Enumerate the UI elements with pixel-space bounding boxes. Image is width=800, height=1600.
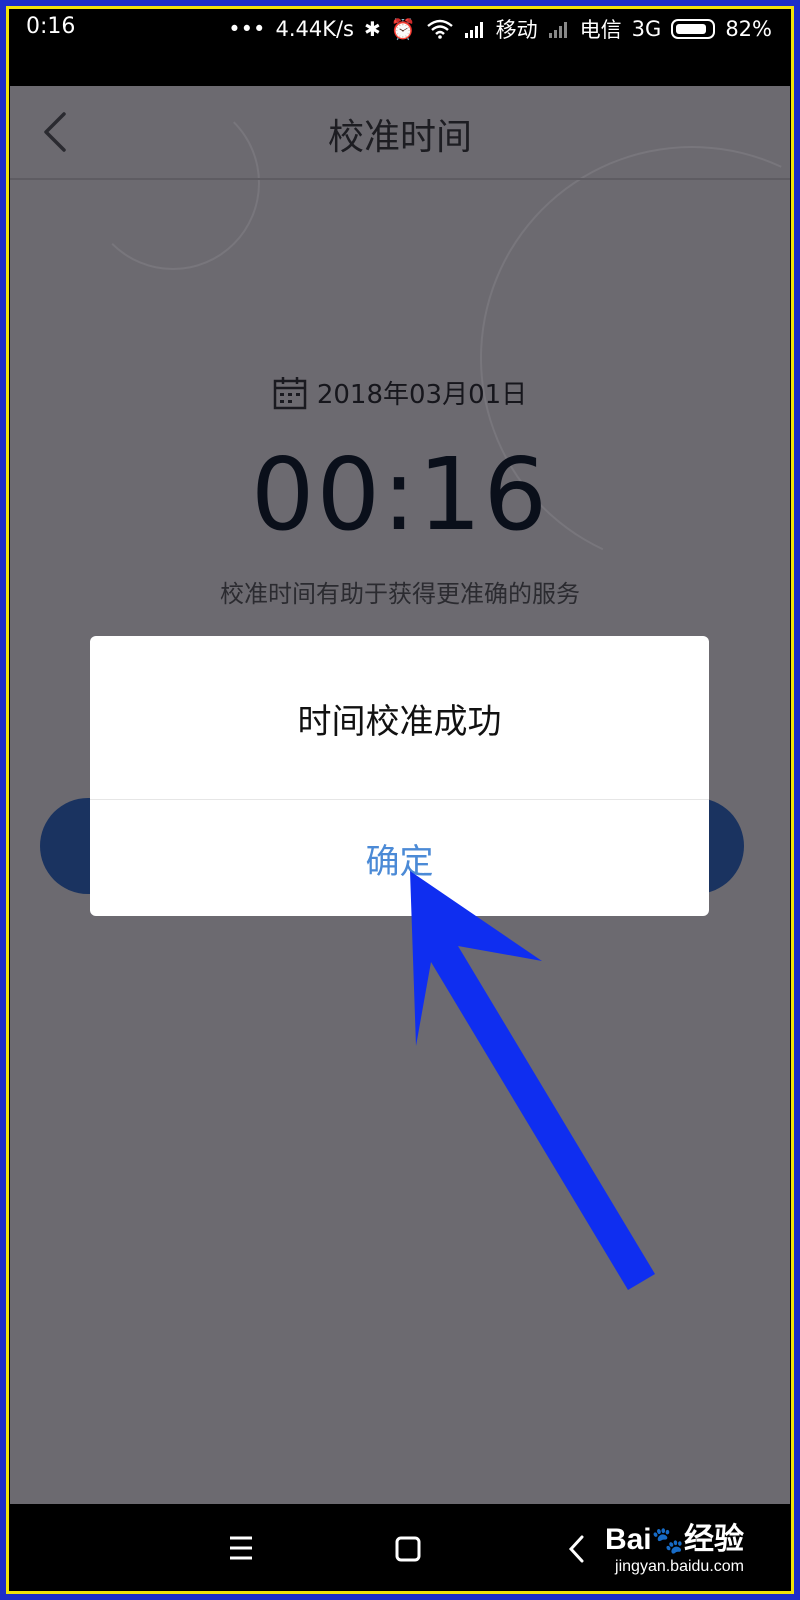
more-dots-icon: ••• — [228, 17, 266, 41]
alarm-icon: ⏰ — [390, 17, 416, 41]
bluetooth-icon: ✱ — [364, 17, 381, 41]
page-title: 校准时间 — [327, 117, 472, 158]
baidu-jingyan-watermark: Bai🐾经验 jingyan.baidu.com — [605, 1514, 744, 1576]
calendar-icon — [273, 376, 307, 409]
confirm-button[interactable]: 确定 — [90, 800, 709, 916]
watermark-url: jingyan.baidu.com — [615, 1558, 744, 1575]
current-time: 00:16 — [250, 436, 550, 553]
app-screen: 校准时间 2018年03月01日 00:16 校准时间有助于获得更准确的服务 时… — [10, 86, 790, 1504]
paw-icon: 🐾 — [651, 1525, 684, 1555]
carrier-1: 移动 — [495, 18, 538, 42]
navigation-bar: Bai🐾经验 jingyan.baidu.com — [10, 1504, 790, 1592]
menu-icon[interactable] — [220, 1530, 262, 1566]
success-dialog: 时间校准成功 确定 — [90, 636, 709, 916]
status-bar: 0:16 ••• 4.44K/s ✱ ⏰ 移动 电信 3G 82% — [10, 8, 790, 86]
date-row: 2018年03月01日 — [10, 374, 790, 411]
status-indicators: ••• 4.44K/s ✱ ⏰ 移动 电信 3G 82% — [228, 14, 772, 44]
battery-icon — [671, 19, 716, 39]
signal-icon — [464, 22, 483, 38]
dialog-message: 时间校准成功 — [297, 702, 502, 742]
network-type: 3G — [631, 17, 662, 41]
carrier-2: 电信 — [579, 18, 622, 42]
hint-text: 校准时间有助于获得更准确的服务 — [220, 580, 580, 608]
home-icon[interactable] — [388, 1529, 428, 1569]
network-speed: 4.44K/s — [275, 17, 354, 41]
app-header: 校准时间 — [10, 86, 790, 180]
current-date: 2018年03月01日 — [316, 380, 528, 410]
status-time: 0:16 — [26, 14, 76, 39]
signal-icon-2 — [548, 22, 567, 38]
battery-level: 82% — [725, 17, 772, 41]
wifi-icon — [426, 19, 453, 39]
back-icon[interactable] — [558, 1528, 598, 1570]
watermark-logo: Bai🐾经验 — [604, 1523, 744, 1556]
